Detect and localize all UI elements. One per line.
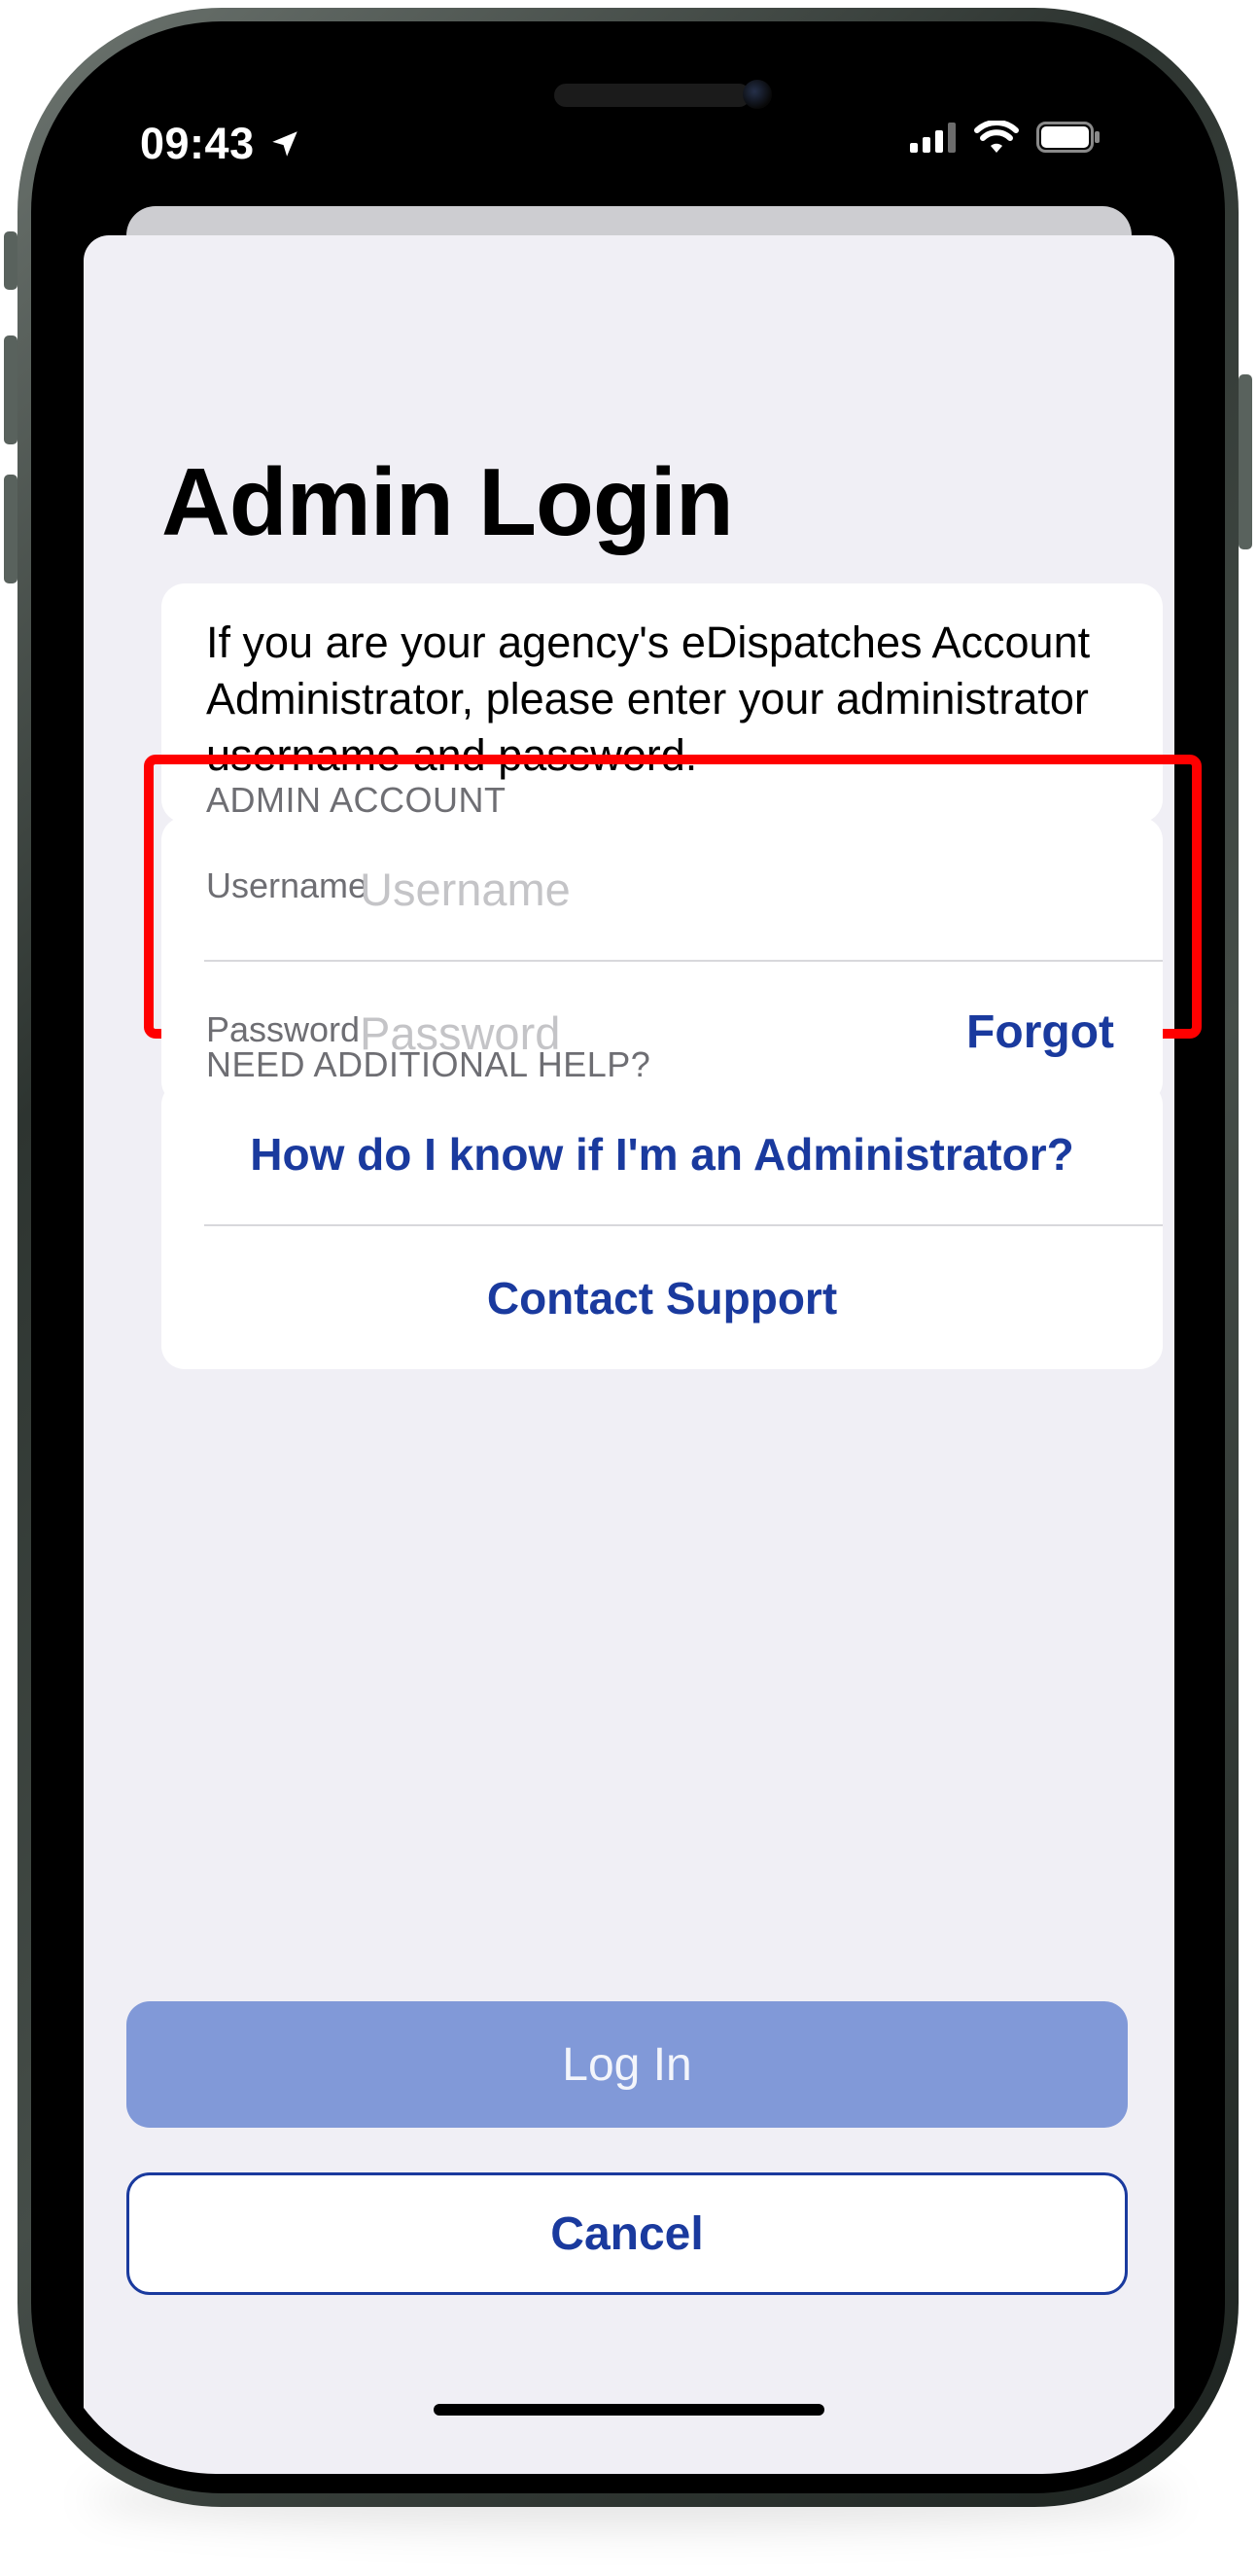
volume-down-button xyxy=(4,475,17,583)
row-divider xyxy=(204,1224,1163,1226)
username-label: Username xyxy=(206,865,368,905)
home-indicator[interactable] xyxy=(434,2404,824,2416)
forgot-password-link[interactable]: Forgot xyxy=(966,1006,1114,1059)
earpiece-speaker xyxy=(554,84,751,107)
side-power-button xyxy=(1239,374,1252,549)
front-camera-icon xyxy=(743,80,772,109)
status-bar-time: 09:43 xyxy=(140,119,301,169)
username-input[interactable] xyxy=(360,860,865,918)
help-group: How do I know if I'm an Administrator? C… xyxy=(161,1081,1163,1369)
admin-info-link[interactable]: How do I know if I'm an Administrator? xyxy=(161,1128,1163,1181)
cancel-button[interactable]: Cancel xyxy=(126,2172,1128,2295)
log-in-button[interactable]: Log In xyxy=(126,2001,1128,2128)
wifi-icon xyxy=(974,121,1019,153)
help-header: NEED ADDITIONAL HELP? xyxy=(206,1044,651,1084)
cellular-signal-icon xyxy=(910,123,956,153)
contact-support-link[interactable]: Contact Support xyxy=(161,1272,1163,1324)
battery-icon xyxy=(1036,122,1100,153)
admin-login-sheet: Admin Login If you are your agency's eDi… xyxy=(84,235,1202,2474)
clock-text: 09:43 xyxy=(140,119,255,168)
ringer-switch xyxy=(4,231,17,290)
location-arrow-icon xyxy=(271,131,297,157)
volume-up-button xyxy=(4,335,17,444)
status-bar-indicators xyxy=(910,121,1101,154)
page-title: Admin Login xyxy=(161,448,734,555)
admin-account-header: ADMIN ACCOUNT xyxy=(206,780,507,820)
username-row[interactable]: Username xyxy=(161,817,1163,961)
